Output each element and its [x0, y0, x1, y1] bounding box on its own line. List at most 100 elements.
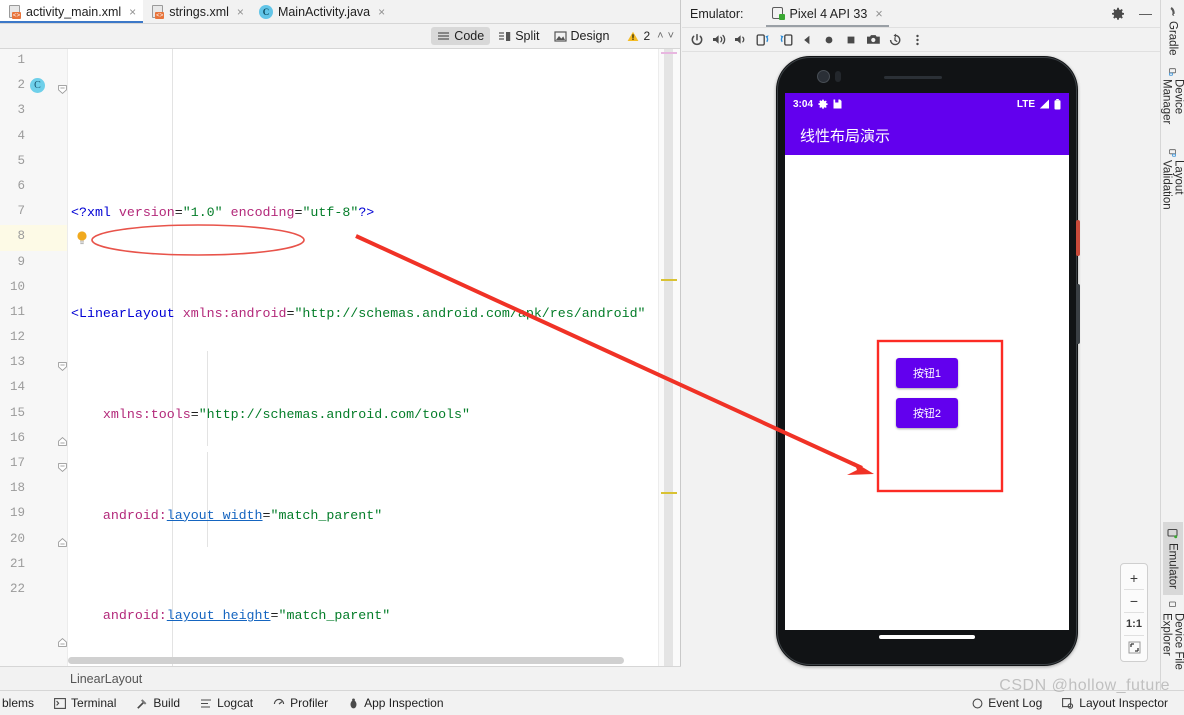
volume-down-icon[interactable]: [730, 29, 752, 51]
marker-warning: [661, 492, 677, 494]
fold-icon[interactable]: [58, 538, 67, 547]
editor-tab-strings-xml[interactable]: <> strings.xml ×: [143, 0, 251, 23]
code-text-area[interactable]: <?xml version="1.0" encoding="utf-8"?> <…: [68, 49, 658, 689]
bottom-item-label: Event Log: [988, 696, 1043, 710]
bottom-item-layout-inspector[interactable]: Layout Inspector: [1052, 696, 1184, 710]
build-hammer-icon: [137, 698, 147, 709]
gutter-line-row: 13: [0, 351, 67, 376]
code-line: <LinearLayout xmlns:android="http://sche…: [71, 306, 646, 322]
bottom-item-build[interactable]: Build: [126, 696, 190, 710]
tool-label: Device File Explorer: [1160, 613, 1184, 670]
fold-icon[interactable]: [58, 362, 67, 371]
gradle-elephant-icon: [1170, 7, 1176, 16]
zoom-fit-button[interactable]: [1121, 636, 1147, 658]
bottom-item-label: blems: [2, 696, 35, 710]
more-vertical-icon[interactable]: [906, 29, 928, 51]
class-marker-icon: C: [30, 78, 45, 93]
rotate-right-icon[interactable]: [774, 29, 796, 51]
editor-marker-bar[interactable]: [658, 49, 680, 689]
mode-label: Design: [570, 29, 610, 43]
line-number: 12: [9, 330, 25, 345]
history-icon[interactable]: [884, 29, 906, 51]
bottom-item-profiler[interactable]: Profiler: [263, 696, 338, 710]
bottom-item-problems[interactable]: blems: [0, 696, 44, 710]
overview-nav-icon[interactable]: [840, 29, 862, 51]
gutter-line-row: 4: [0, 125, 67, 150]
front-camera: [817, 70, 830, 83]
next-problem-button[interactable]: ˅: [668, 30, 674, 42]
bottom-item-label: App Inspection: [364, 696, 444, 710]
app-inspection-icon: [350, 698, 357, 708]
breadcrumb-linearlayout[interactable]: LinearLayout: [70, 672, 142, 686]
fold-icon[interactable]: [58, 638, 67, 647]
tool-button-device-manager[interactable]: Device Manager: [1157, 62, 1184, 143]
intention-bulb-icon[interactable]: [76, 231, 88, 245]
bottom-item-app-inspection[interactable]: App Inspection: [338, 696, 453, 710]
emulator-device-frame: 3:04 LTE 线性布局演示 按钮1 按钮2: [776, 56, 1080, 666]
device-manager-icon: [1169, 67, 1176, 76]
zoom-out-button[interactable]: −: [1121, 590, 1147, 612]
code-line: android:layout_width="match_parent": [102, 507, 383, 523]
gear-icon[interactable]: [1111, 7, 1125, 21]
bottom-item-logcat[interactable]: Logcat: [190, 696, 263, 710]
device-file-explorer-icon: [1169, 602, 1176, 608]
network-label: LTE: [1016, 98, 1035, 110]
fold-icon[interactable]: [58, 85, 67, 94]
emulator-device-tab[interactable]: Pixel 4 API 33 ×: [765, 0, 889, 27]
home-nav-icon[interactable]: [818, 29, 840, 51]
editor-horizontal-scrollbar[interactable]: [68, 657, 624, 664]
screenshot-camera-icon[interactable]: [862, 29, 884, 51]
gutter-line-row: 18: [0, 477, 67, 502]
app-button-1[interactable]: 按钮1: [896, 357, 958, 388]
emulator-toolbar: [682, 28, 1160, 52]
back-nav-icon[interactable]: [796, 29, 818, 51]
line-number: 7: [17, 204, 25, 219]
prev-problem-button[interactable]: ˄: [657, 30, 663, 42]
editor-tab-activity-main-xml[interactable]: <> activity_main.xml ×: [0, 0, 144, 23]
zoom-actual-button[interactable]: 1:1: [1121, 613, 1147, 635]
power-icon[interactable]: [686, 29, 708, 51]
minimize-button[interactable]: —: [1139, 6, 1152, 21]
gutter-line-row: 21: [0, 553, 67, 578]
battery-icon: [1054, 98, 1061, 109]
tool-button-layout-validation[interactable]: Layout Validation: [1157, 143, 1184, 227]
volume-up-icon[interactable]: [708, 29, 730, 51]
signal-bars-icon: [1039, 99, 1049, 109]
watermark: CSDN @hollow_future: [999, 677, 1170, 694]
tab-split-view[interactable]: Split: [492, 27, 545, 45]
close-icon[interactable]: ×: [378, 5, 385, 19]
terminal-icon: [54, 697, 66, 709]
volume-side-button[interactable]: [1076, 284, 1080, 344]
earpiece-speaker: [884, 76, 942, 79]
close-icon[interactable]: ×: [237, 5, 244, 19]
close-icon[interactable]: ×: [129, 5, 136, 19]
rotate-left-icon[interactable]: [752, 29, 774, 51]
tool-button-emulator[interactable]: Emulator: [1162, 522, 1183, 596]
gutter-line-row: 9: [0, 251, 67, 276]
bottom-item-event-log[interactable]: Event Log: [962, 696, 1052, 710]
tool-button-gradle[interactable]: Gradle: [1163, 0, 1183, 62]
device-status-bar: 3:04 LTE: [785, 93, 1069, 115]
editor-gutter[interactable]: 1 2 3 4 5 6 7 8 9 10 11 12 13 14 15 16 17 18 19 20 21 22 C: [0, 49, 68, 689]
editor-tab-mainactivity-java[interactable]: C MainActivity.java ×: [251, 0, 392, 23]
emulator-icon: [1167, 529, 1178, 539]
tool-button-device-file-explorer[interactable]: Device File Explorer: [1157, 595, 1184, 690]
fold-icon[interactable]: [58, 437, 67, 446]
editor-tab-label: activity_main.xml: [26, 4, 122, 19]
logcat-icon: [201, 698, 212, 708]
tab-code-view[interactable]: Code: [431, 27, 491, 45]
code-line: android:layout_height="match_parent": [102, 608, 391, 624]
gutter-line-row: 6: [0, 175, 67, 200]
fold-icon[interactable]: [58, 463, 67, 472]
breadcrumb[interactable]: LinearLayout: [0, 666, 681, 690]
app-button-2[interactable]: 按钮2: [896, 397, 958, 428]
zoom-in-button[interactable]: +: [1121, 567, 1147, 589]
device-screen[interactable]: 3:04 LTE 线性布局演示 按钮1 按钮2: [785, 93, 1069, 630]
close-icon[interactable]: ×: [875, 7, 882, 21]
editor-view-mode-bar: Code Split Design 2 ˄ ˅: [0, 24, 680, 49]
layout-validation-icon: [1169, 148, 1176, 157]
bottom-item-terminal[interactable]: Terminal: [44, 696, 126, 710]
power-side-button[interactable]: [1076, 220, 1080, 256]
device-gesture-bar[interactable]: [785, 626, 1069, 648]
tab-design-view[interactable]: Design: [548, 27, 616, 45]
